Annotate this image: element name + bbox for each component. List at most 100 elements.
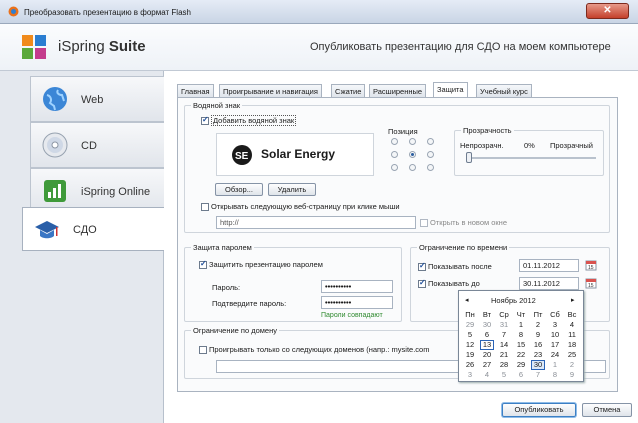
calendar-day[interactable]: 29 xyxy=(463,320,477,329)
weekday-label: Вт xyxy=(482,310,492,319)
calendar-day[interactable]: 1 xyxy=(548,360,562,369)
show-until-checkbox[interactable]: Показывать до xyxy=(418,278,480,289)
passwords-match-text: Пароли совпадают xyxy=(321,312,383,319)
password-field[interactable]: •••••••••• xyxy=(321,280,393,293)
calendar-day[interactable]: 28 xyxy=(497,360,511,369)
calendar-day[interactable]: 7 xyxy=(531,370,545,379)
calendar-day[interactable]: 13 xyxy=(480,340,494,350)
calendar-day[interactable]: 29 xyxy=(514,360,528,369)
calendar-day[interactable]: 25 xyxy=(565,350,579,359)
tab-playback-navigation[interactable]: Проигрывание и навигация xyxy=(219,84,322,98)
show-until-date-field[interactable]: 30.11.2012 xyxy=(519,277,579,290)
tab-protection[interactable]: Защита xyxy=(433,82,468,98)
calendar-day[interactable]: 15 xyxy=(514,340,528,349)
open-page-checkbox[interactable]: Открывать следующую веб-страницу при кли… xyxy=(201,202,400,212)
tab-compression[interactable]: Сжатие xyxy=(331,84,366,98)
transparency-slider-track[interactable] xyxy=(466,157,596,159)
calendar-day[interactable]: 6 xyxy=(514,370,528,379)
calendar-day[interactable]: 3 xyxy=(463,370,477,379)
calendar-day[interactable]: 3 xyxy=(548,320,562,329)
chart-icon xyxy=(44,180,66,202)
new-window-checkbox[interactable]: Открыть в новом окне xyxy=(420,218,507,228)
header-subtitle: Опубликовать презентацию для СДО на моем… xyxy=(310,41,611,53)
calendar-day[interactable]: 19 xyxy=(463,350,477,359)
calendar-day[interactable]: 18 xyxy=(565,340,579,349)
calendar-day[interactable]: 23 xyxy=(531,350,545,359)
calendar-day[interactable]: 9 xyxy=(565,370,579,379)
position-radio-middle-right[interactable] xyxy=(427,151,434,158)
calendar-day[interactable]: 5 xyxy=(463,330,477,339)
ispring-logo-icon xyxy=(22,35,46,59)
calendar-day[interactable]: 5 xyxy=(497,370,511,379)
calendar-day[interactable]: 27 xyxy=(480,360,494,369)
watermark-preview: SE Solar Energy xyxy=(216,133,374,176)
domain-group-label: Ограничение по домену xyxy=(191,326,279,335)
calendar-day[interactable]: 11 xyxy=(565,330,579,339)
close-button[interactable]: ✕ xyxy=(586,3,629,19)
calendar-day[interactable]: 20 xyxy=(480,350,494,359)
publish-button[interactable]: Опубликовать xyxy=(502,403,576,417)
checkbox-box xyxy=(199,346,207,355)
show-after-checkbox[interactable]: Показывать после xyxy=(418,261,492,272)
weekday-label: Пн xyxy=(465,310,475,319)
calendar-day[interactable]: 9 xyxy=(531,330,545,339)
calendar-day[interactable]: 14 xyxy=(497,340,511,349)
calendar-day[interactable]: 2 xyxy=(531,320,545,329)
calendar-day[interactable]: 21 xyxy=(497,350,511,359)
svg-text:15: 15 xyxy=(588,283,594,289)
calendar-day[interactable]: 1 xyxy=(514,320,528,329)
calendar-day[interactable]: 8 xyxy=(548,370,562,379)
position-radio-bottom-left[interactable] xyxy=(391,164,398,171)
browse-button[interactable]: Обзор... xyxy=(215,183,263,196)
prev-month-button[interactable]: ◂ xyxy=(465,296,469,304)
calendar-day[interactable]: 10 xyxy=(548,330,562,339)
window-title: Преобразовать презентацию в формат Flash xyxy=(24,8,191,17)
watermark-group-label: Водяной знак xyxy=(191,101,243,110)
calendar-day[interactable]: 30 xyxy=(480,320,494,329)
calendar-day[interactable]: 17 xyxy=(548,340,562,349)
position-radio-middle-left[interactable] xyxy=(391,151,398,158)
position-radio-top-center[interactable] xyxy=(409,138,416,145)
position-radio-bottom-right[interactable] xyxy=(427,164,434,171)
calendar-day[interactable]: 8 xyxy=(514,330,528,339)
calendar-day[interactable]: 24 xyxy=(548,350,562,359)
tab-advanced[interactable]: Расширенные xyxy=(369,84,427,98)
calendar-day[interactable]: 4 xyxy=(565,320,579,329)
transparency-slider-thumb[interactable] xyxy=(466,152,472,163)
calendar-icon[interactable]: 15 xyxy=(585,277,597,289)
delete-button[interactable]: Удалить xyxy=(268,183,316,196)
calendar-day[interactable]: 31 xyxy=(497,320,511,329)
calendar-day[interactable]: 12 xyxy=(463,340,477,349)
sidebar-item-lms[interactable]: СДО xyxy=(22,207,164,251)
calendar-day[interactable]: 6 xyxy=(480,330,494,339)
cancel-button[interactable]: Отмена xyxy=(582,403,632,417)
confirm-password-field[interactable]: •••••••••• xyxy=(321,296,393,309)
new-window-label: Открыть в новом окне xyxy=(430,218,507,227)
calendar-day[interactable]: 26 xyxy=(463,360,477,369)
position-radio-bottom-center[interactable] xyxy=(409,164,416,171)
calendar-day[interactable]: 7 xyxy=(497,330,511,339)
calendar-day[interactable]: 22 xyxy=(514,350,528,359)
add-watermark-checkbox[interactable]: Добавить водяной знак xyxy=(201,115,297,126)
show-after-date-field[interactable]: 01.11.2012 xyxy=(519,259,579,272)
restrict-domain-checkbox[interactable]: Проигрывать только со следующих доменов … xyxy=(199,345,429,355)
checkbox-box xyxy=(418,278,426,289)
sidebar-item-label: CD xyxy=(81,140,97,152)
position-radio-center[interactable] xyxy=(409,151,416,158)
position-radio-top-right[interactable] xyxy=(427,138,434,145)
calendar-day[interactable]: 2 xyxy=(565,360,579,369)
position-radio-top-left[interactable] xyxy=(391,138,398,145)
sidebar-item-cd[interactable]: CD xyxy=(30,122,164,168)
tab-training-course[interactable]: Учебный курс xyxy=(476,84,532,98)
calendar-day[interactable]: 4 xyxy=(480,370,494,379)
sidebar-item-web[interactable]: Web xyxy=(30,76,164,122)
cd-icon xyxy=(42,132,68,158)
calendar-day[interactable]: 16 xyxy=(531,340,545,349)
tab-main[interactable]: Главная xyxy=(177,84,214,98)
next-month-button[interactable]: ▸ xyxy=(571,296,575,304)
protect-password-checkbox[interactable]: Защитить презентацию паролем xyxy=(199,259,323,270)
calendar-day[interactable]: 30 xyxy=(531,360,545,370)
url-input[interactable]: http:// xyxy=(216,216,416,229)
weekday-label: Сб xyxy=(550,310,560,319)
calendar-icon[interactable]: 15 xyxy=(585,259,597,271)
